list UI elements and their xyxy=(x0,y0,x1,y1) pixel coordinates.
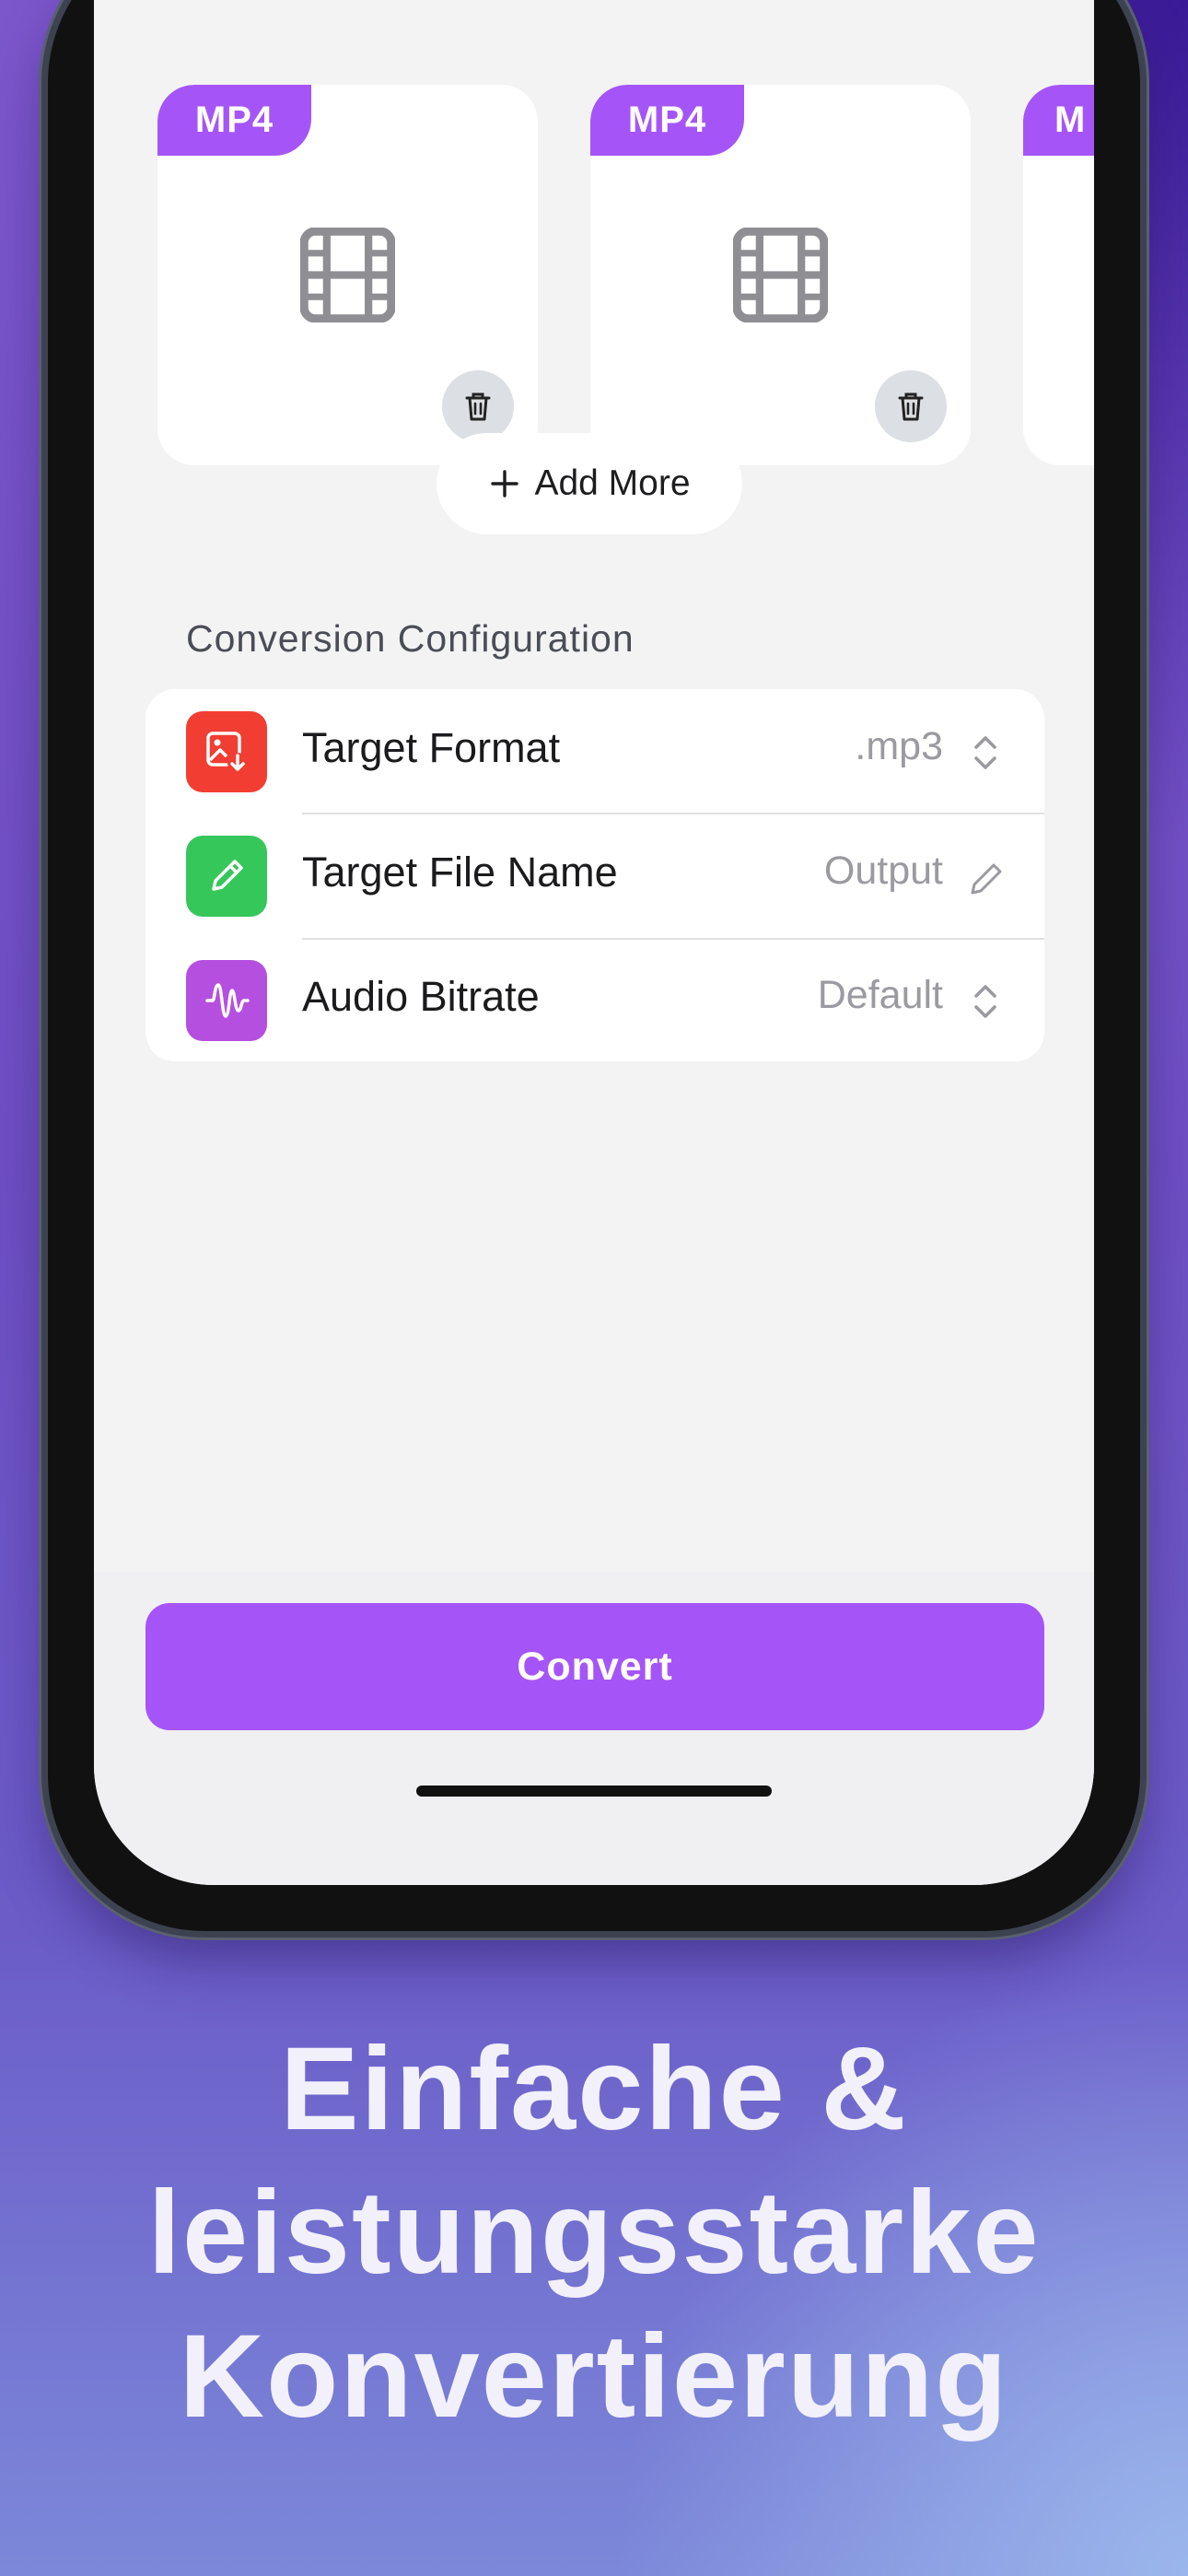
file-format-badge: MP4 xyxy=(590,85,744,156)
app-screen: MP4 MP4 M Add More Conversion Configurat… xyxy=(94,0,1094,1885)
film-icon xyxy=(733,228,828,322)
plus-icon xyxy=(491,470,519,498)
phone-frame: MP4 MP4 M Add More Conversion Configurat… xyxy=(48,0,1140,1931)
file-format-badge: M xyxy=(1023,85,1094,156)
delete-file-button[interactable] xyxy=(442,370,514,442)
convert-button[interactable]: Convert xyxy=(146,1603,1044,1730)
marketing-headline: Einfache & leistungsstarke Konvertierung xyxy=(0,2018,1188,2449)
chevron-up-down-icon xyxy=(974,736,996,769)
audio-bitrate-value: Default xyxy=(817,973,943,1017)
add-more-label: Add More xyxy=(534,463,691,503)
file-card[interactable]: MP4 xyxy=(590,85,971,465)
file-card[interactable]: MP4 xyxy=(157,85,538,465)
headline-line-2: leistungsstarke xyxy=(147,2167,1041,2299)
image-download-icon xyxy=(186,711,267,792)
delete-file-button[interactable] xyxy=(875,370,947,442)
trash-icon xyxy=(898,392,924,421)
waveform-icon xyxy=(186,960,267,1041)
conversion-config-list: Target Format .mp3 Target File Name Outp… xyxy=(146,689,1044,1061)
target-format-row[interactable]: Target Format .mp3 xyxy=(146,689,1044,814)
chevron-up-down-icon xyxy=(974,985,996,1018)
target-file-name-row[interactable]: Target File Name Output xyxy=(146,814,1044,938)
section-title: Conversion Configuration xyxy=(186,617,635,660)
film-icon xyxy=(300,228,395,322)
headline-line-1: Einfache & xyxy=(280,2023,908,2155)
file-format-badge: MP4 xyxy=(157,85,311,156)
target-file-name-value: Output xyxy=(823,849,943,893)
audio-bitrate-label: Audio Bitrate xyxy=(302,973,540,1020)
headline-line-3: Konvertierung xyxy=(179,2311,1009,2442)
file-carousel[interactable]: MP4 MP4 M xyxy=(154,85,1094,467)
home-indicator[interactable] xyxy=(416,1786,772,1797)
target-format-label: Target Format xyxy=(302,724,561,771)
file-card[interactable]: M xyxy=(1023,85,1094,465)
target-format-value: .mp3 xyxy=(855,724,943,768)
pencil-icon xyxy=(186,836,267,917)
add-more-button[interactable]: Add More xyxy=(437,433,742,534)
bottom-bar: Convert xyxy=(94,1572,1094,1885)
pencil-icon xyxy=(971,863,1002,895)
target-file-name-label: Target File Name xyxy=(302,849,618,896)
trash-icon xyxy=(465,392,491,421)
audio-bitrate-row[interactable]: Audio Bitrate Default xyxy=(146,938,1044,1062)
